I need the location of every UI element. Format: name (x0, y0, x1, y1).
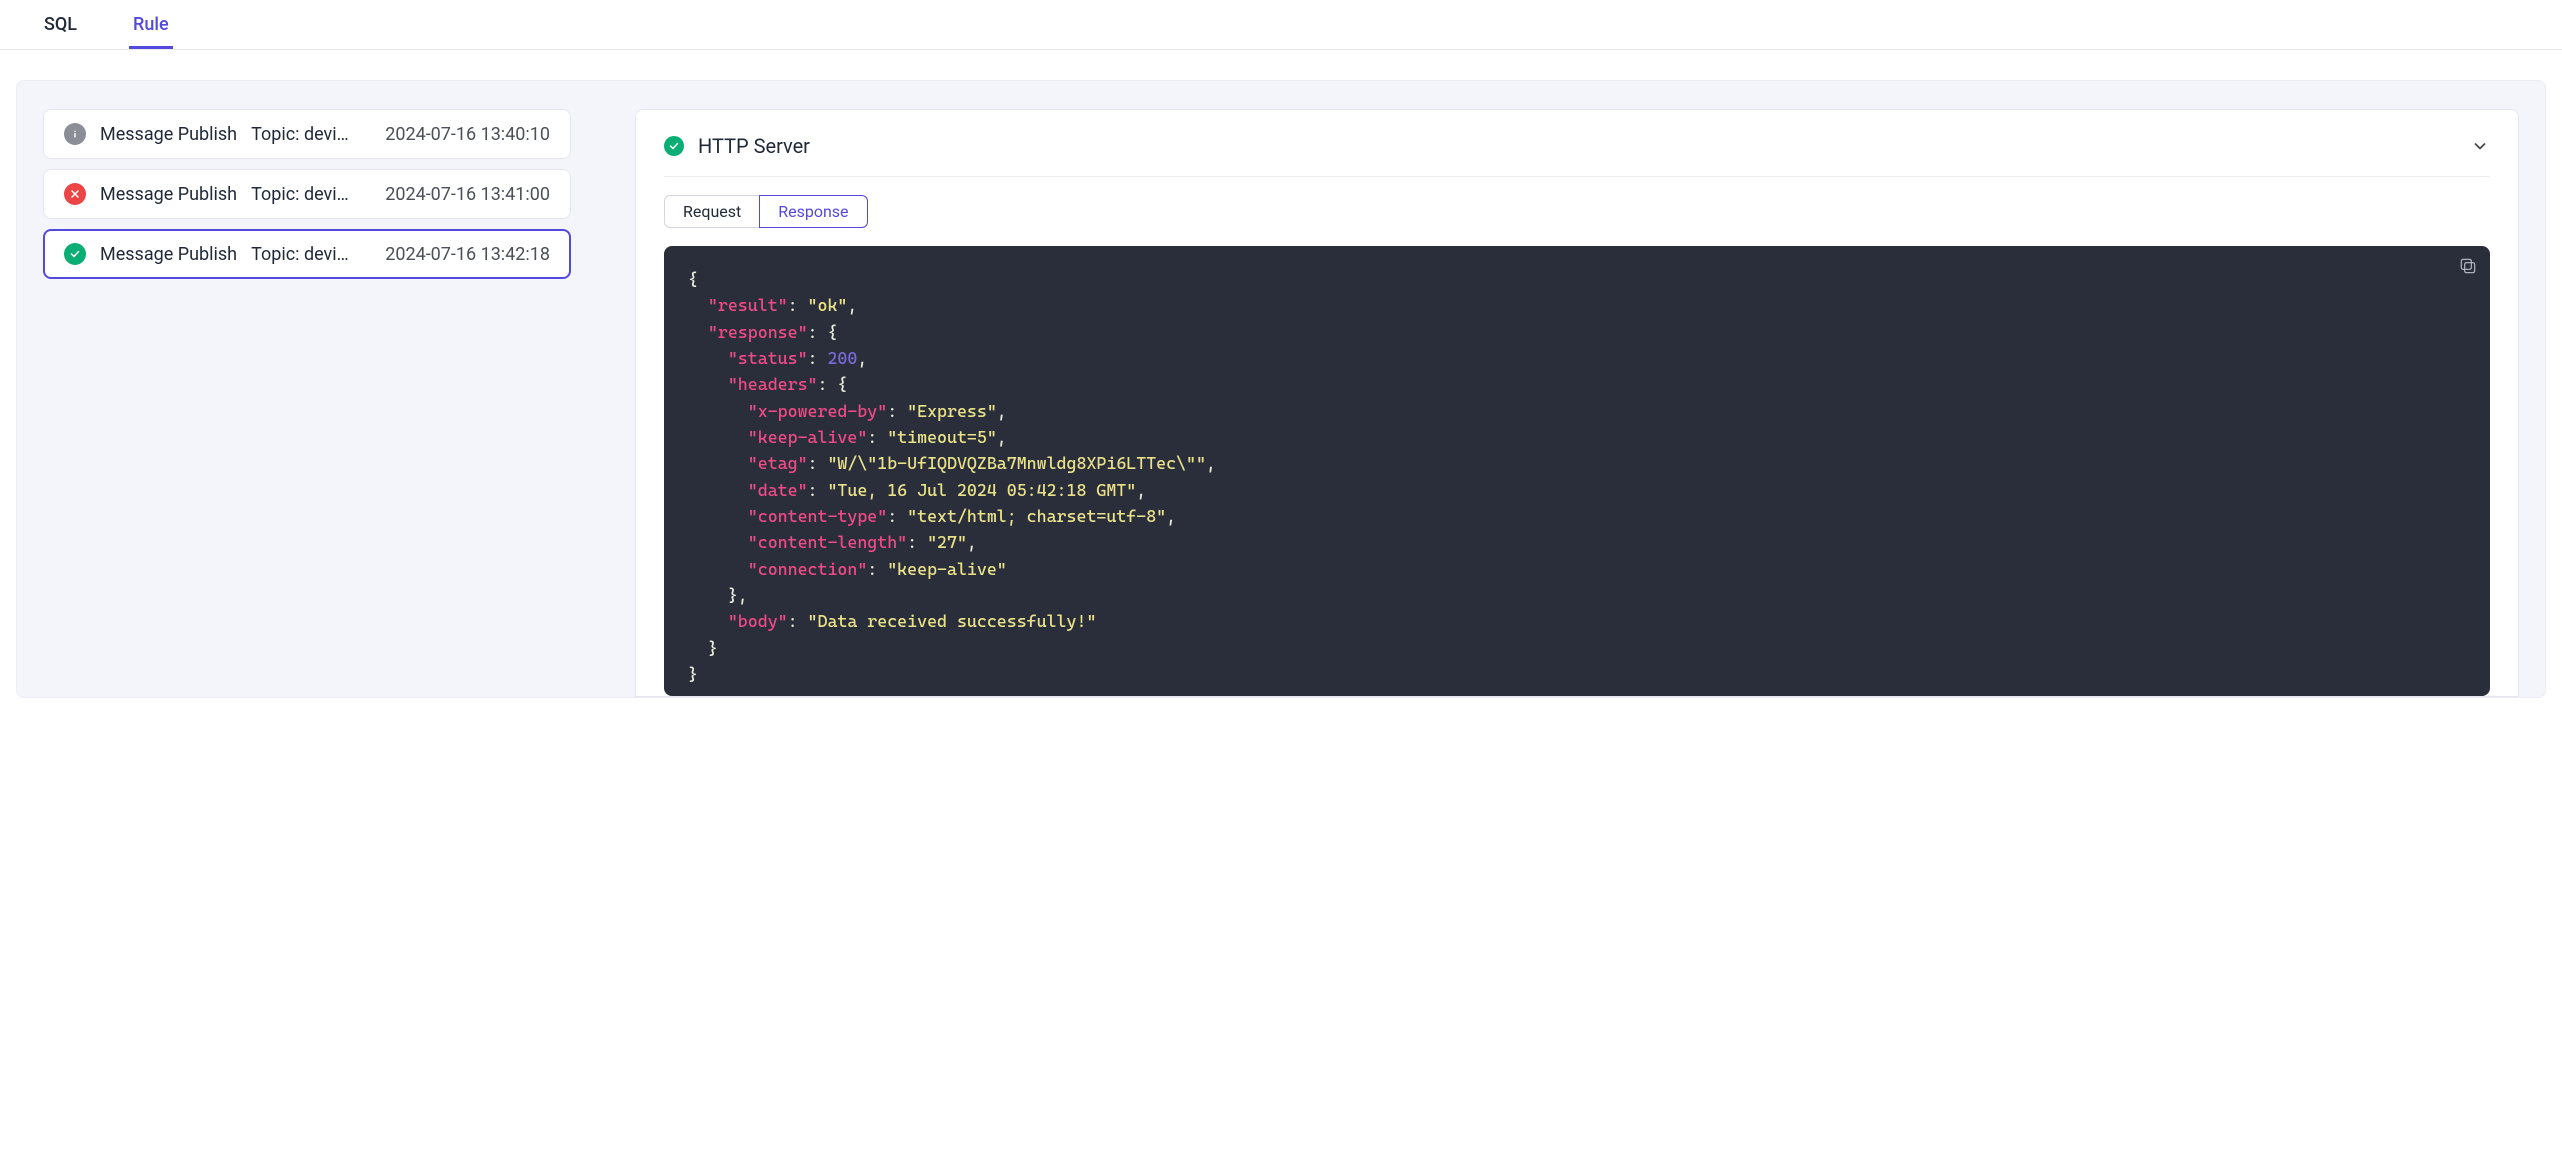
success-icon (664, 136, 684, 156)
copy-icon[interactable] (2458, 256, 2478, 276)
event-label: Message Publish (100, 124, 237, 145)
segment-request[interactable]: Request (664, 195, 760, 228)
success-icon (64, 243, 86, 265)
tab-sql[interactable]: SQL (40, 4, 81, 49)
event-row[interactable]: Message Publish Topic: devi… 2024-07-16 … (43, 169, 571, 219)
info-icon (64, 123, 86, 145)
rule-panel: Message Publish Topic: devi… 2024-07-16 … (16, 80, 2546, 698)
request-response-toggle: Request Response (664, 195, 2490, 228)
event-label: Message Publish (100, 184, 237, 205)
event-label: Message Publish (100, 244, 237, 265)
response-body: {"result": "ok","response": {"status": 2… (664, 246, 2490, 696)
event-detail: HTTP Server Request Response {"result": … (635, 109, 2519, 697)
event-row[interactable]: Message Publish Topic: devi… 2024-07-16 … (43, 109, 571, 159)
chevron-down-icon[interactable] (2470, 136, 2490, 156)
json-content: {"result": "ok","response": {"status": 2… (688, 266, 2466, 688)
error-icon (64, 183, 86, 205)
segment-response[interactable]: Response (759, 195, 867, 228)
event-time: 2024-07-16 13:41:00 (385, 184, 550, 205)
detail-title: HTTP Server (698, 134, 810, 158)
event-row[interactable]: Message Publish Topic: devi… 2024-07-16 … (43, 229, 571, 279)
event-time: 2024-07-16 13:40:10 (385, 124, 550, 145)
event-topic: Topic: devi… (251, 244, 371, 265)
event-topic: Topic: devi… (251, 124, 371, 145)
event-topic: Topic: devi… (251, 184, 371, 205)
detail-header: HTTP Server (664, 134, 2490, 177)
top-tabs: SQL Rule (0, 0, 2562, 50)
event-list: Message Publish Topic: devi… 2024-07-16 … (43, 109, 571, 697)
event-time: 2024-07-16 13:42:18 (385, 244, 550, 265)
tab-rule[interactable]: Rule (129, 4, 173, 49)
